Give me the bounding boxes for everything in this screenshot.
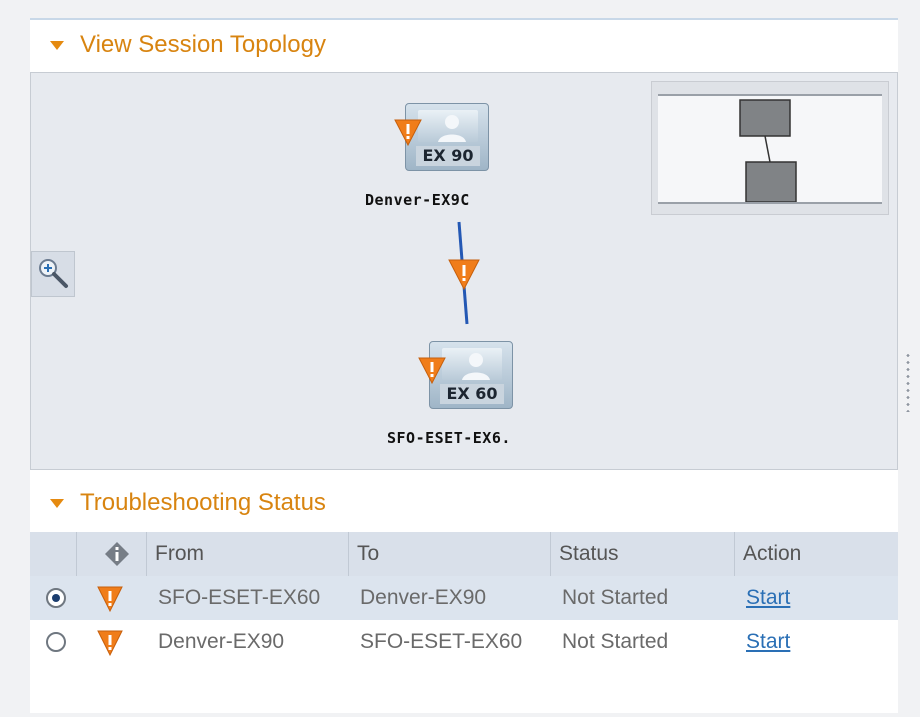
topology-section-title: View Session Topology [80,31,326,58]
table-row[interactable]: Denver-EX90 SFO-ESET-EX60 Not Started St… [30,620,898,664]
table-header-row: From To Status Action [30,532,898,576]
topology-section-header[interactable]: View Session Topology [30,20,898,70]
row-from: SFO-ESET-EX60 [158,586,321,609]
table-row[interactable]: SFO-ESET-EX60 Denver-EX90 Not Started St… [30,576,898,620]
warning-icon [418,357,446,385]
collapse-triangle-icon[interactable] [50,498,64,508]
row-from: Denver-EX90 [158,630,285,653]
column-header-from[interactable]: From [146,532,348,576]
row-select-radio[interactable] [46,632,66,652]
row-status: Not Started [562,586,669,609]
device-model-label: EX 90 [416,146,480,166]
info-diamond-icon [76,532,148,576]
node-label-denver: Denver-EX9C [365,191,470,209]
warning-icon [97,586,123,612]
topology-canvas[interactable]: EX 90 Denver-EX9C EX 60 SFO-ESET-EX6. [30,72,898,470]
row-status: Not Started [562,630,669,653]
column-header-status[interactable]: Status [550,532,734,576]
row-to: SFO-ESET-EX60 [360,630,523,653]
node-label-sfo: SFO-ESET-EX6. [387,429,511,447]
device-model-label: EX 60 [440,384,504,404]
device-node-sfo[interactable]: EX 60 [417,341,517,421]
troubleshooting-section-title: Troubleshooting Status [80,489,326,516]
collapse-triangle-icon[interactable] [50,40,64,50]
zoom-in-button[interactable] [31,251,75,297]
start-link[interactable]: Start [746,586,790,610]
zoom-in-icon [39,259,68,288]
column-header-action[interactable]: Action [734,532,898,576]
row-select-radio[interactable] [46,588,66,608]
device-node-denver[interactable]: EX 90 [393,103,493,183]
warning-icon [394,119,422,147]
start-link[interactable]: Start [746,630,790,654]
troubleshooting-section-header[interactable]: Troubleshooting Status [30,478,898,528]
row-to: Denver-EX90 [360,586,487,609]
warning-icon [97,630,123,656]
panel-resize-handle[interactable] [906,352,910,412]
minimap-overview[interactable] [651,81,889,215]
minimap-nodes [739,99,797,203]
column-header-to[interactable]: To [348,532,550,576]
session-panel: View Session Topology EX 90 Denver-EX9C … [30,18,898,713]
troubleshooting-table: From To Status Action SFO-ESET-EX60 Denv… [30,532,898,664]
link-warning-icon[interactable] [447,257,481,291]
